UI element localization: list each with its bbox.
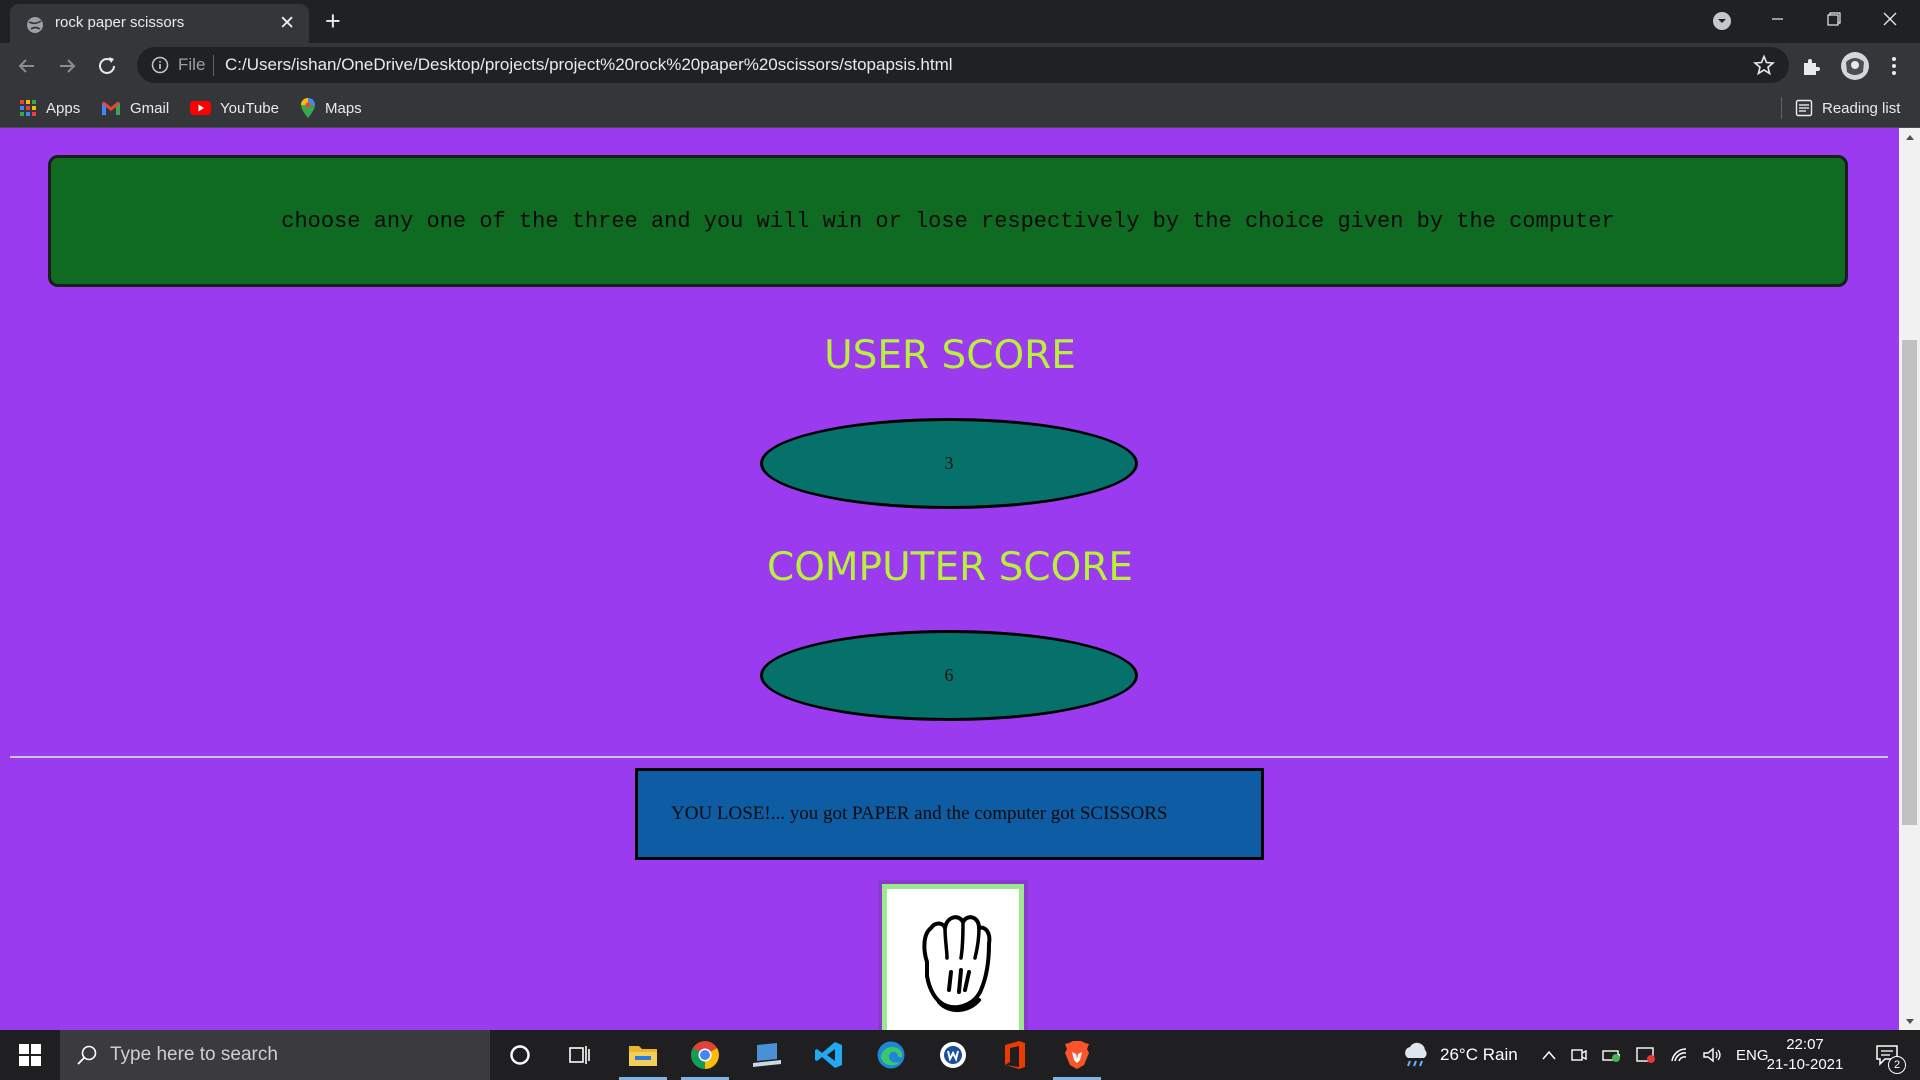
instruction-text: choose any one of the three and you will… <box>281 208 1615 234</box>
gmail-icon <box>102 101 120 115</box>
taskbar-vscode[interactable] <box>799 1030 859 1080</box>
taskbar-search-box[interactable]: Type here to search <box>60 1030 490 1080</box>
instruction-box: choose any one of the three and you will… <box>48 155 1848 287</box>
minimize-icon[interactable] <box>1750 0 1806 40</box>
defender-icon[interactable] <box>1636 1046 1656 1064</box>
back-arrow-icon[interactable] <box>15 54 39 78</box>
scroll-up-arrow-icon[interactable] <box>1899 128 1920 145</box>
taskbar-laptop-app[interactable] <box>737 1030 797 1080</box>
cortana-button[interactable] <box>490 1030 550 1080</box>
rain-cloud-icon <box>1405 1042 1427 1067</box>
result-message: YOU LOSE!... you got PAPER and the compu… <box>635 768 1264 860</box>
weather-text: 26°C Rain <box>1440 1045 1518 1064</box>
meet-now-icon[interactable] <box>1570 1046 1588 1064</box>
user-score-heading: USER SCORE <box>824 333 1076 378</box>
close-window-icon[interactable] <box>1862 0 1918 40</box>
clock-time: 22:07 <box>1786 1036 1824 1053</box>
address-bar[interactable]: File C:/Users/ishan/OneDrive/Desktop/pro… <box>137 47 1789 83</box>
folder-icon <box>629 1046 657 1066</box>
url-text[interactable]: C:/Users/ishan/OneDrive/Desktop/projects… <box>225 55 953 75</box>
speaker-icon[interactable] <box>1702 1046 1722 1064</box>
bookmark-gmail[interactable]: Gmail <box>101 97 169 119</box>
omnibox-separator <box>213 55 214 76</box>
windows-start-button[interactable] <box>0 1030 60 1080</box>
reading-list-label: Reading list <box>1822 99 1901 117</box>
chrome-icon <box>691 1041 719 1069</box>
taskbar-edge[interactable] <box>861 1030 921 1080</box>
restore-icon[interactable] <box>1806 0 1862 40</box>
url-scheme-label: File <box>178 55 206 74</box>
search-icon <box>77 1045 97 1065</box>
laptop-app-icon <box>753 1043 781 1067</box>
chevron-up-icon[interactable] <box>1542 1050 1556 1060</box>
windows-logo-icon <box>19 1044 41 1066</box>
tab-title: rock paper scissors <box>55 14 185 31</box>
close-tab-icon[interactable]: ✕ <box>279 14 295 34</box>
user-score-value: 3 <box>760 418 1138 509</box>
new-tab-button[interactable]: + <box>325 6 341 36</box>
info-icon[interactable] <box>151 56 169 74</box>
bookmark-apps[interactable]: Apps <box>19 97 80 119</box>
bookmark-label: Apps <box>46 99 81 117</box>
bookmarks-bar: Apps Gmail YouTube Maps Reading list <box>0 88 1920 128</box>
avatar-image-icon <box>1841 52 1869 80</box>
reading-list-icon <box>1795 99 1813 117</box>
bookmark-youtube[interactable]: YouTube <box>190 97 279 119</box>
bookmark-label: YouTube <box>220 99 279 117</box>
clock-date: 21-10-2021 <box>1766 1056 1844 1073</box>
windows-taskbar: Type here to search 26°C Rain ENG 22:07 … <box>0 1030 1920 1080</box>
computer-score-heading: COMPUTER SCORE <box>766 545 1134 590</box>
weather-widget[interactable]: 26°C Rain <box>1400 1030 1518 1080</box>
youtube-icon <box>190 101 211 115</box>
bookmarks-divider <box>1781 97 1782 119</box>
apps-grid-icon <box>20 100 36 116</box>
task-view-icon <box>569 1046 590 1064</box>
browser-toolbar: File C:/Users/ishan/OneDrive/Desktop/pro… <box>0 43 1920 88</box>
scrollbar-thumb[interactable] <box>1902 340 1917 825</box>
kebab-menu-icon[interactable] <box>1882 54 1906 78</box>
taskbar-web-app[interactable] <box>923 1030 983 1080</box>
search-placeholder: Type here to search <box>110 1044 278 1065</box>
vertical-scrollbar[interactable] <box>1899 128 1920 1030</box>
computer-score-value: 6 <box>760 630 1138 721</box>
action-center-button[interactable]: 2 <box>1862 1030 1912 1080</box>
taskbar-clock[interactable]: 22:07 21-10-2021 <box>1762 1035 1848 1075</box>
office-icon <box>1005 1041 1025 1069</box>
bookmark-label: Maps <box>325 99 362 117</box>
edge-icon <box>877 1041 905 1069</box>
cortana-circle-icon <box>510 1045 530 1065</box>
paper-choice-button[interactable] <box>878 880 1028 1030</box>
notification-count-badge: 2 <box>1888 1056 1906 1074</box>
taskbar-office[interactable] <box>985 1030 1045 1080</box>
reading-list-button[interactable]: Reading list <box>1795 97 1900 119</box>
bookmark-label: Gmail <box>130 99 170 117</box>
bookmark-maps[interactable]: Maps <box>300 97 362 119</box>
forward-arrow-icon[interactable] <box>55 54 79 78</box>
scroll-down-arrow-icon[interactable] <box>1899 1013 1920 1030</box>
task-view-button[interactable] <box>550 1030 610 1080</box>
system-tray: ENG <box>1542 1030 1769 1080</box>
browser-titlebar: rock paper scissors ✕ + <box>0 0 1920 43</box>
brave-lion-icon <box>1065 1041 1089 1069</box>
maps-icon <box>301 98 315 118</box>
bookmark-star-icon[interactable] <box>1753 54 1775 76</box>
wifi-icon[interactable] <box>1670 1047 1688 1063</box>
web-app-icon <box>940 1042 966 1068</box>
paper-hand-icon <box>922 915 992 1012</box>
globe-icon <box>27 17 43 33</box>
vscode-icon <box>815 1042 842 1068</box>
taskbar-file-explorer[interactable] <box>613 1030 673 1080</box>
battery-charging-icon[interactable] <box>1602 1047 1622 1063</box>
tab-search-icon[interactable] <box>1712 11 1732 31</box>
reload-icon[interactable] <box>95 54 119 78</box>
taskbar-brave[interactable] <box>1047 1030 1107 1080</box>
page-viewport: choose any one of the three and you will… <box>0 128 1920 1030</box>
choice-image-frame <box>887 889 1019 1030</box>
taskbar-chrome[interactable] <box>675 1030 735 1080</box>
browser-tab[interactable]: rock paper scissors ✕ <box>10 4 309 43</box>
extensions-puzzle-icon[interactable] <box>1800 54 1824 78</box>
profile-avatar[interactable] <box>1841 52 1869 80</box>
horizontal-rule <box>10 756 1888 758</box>
